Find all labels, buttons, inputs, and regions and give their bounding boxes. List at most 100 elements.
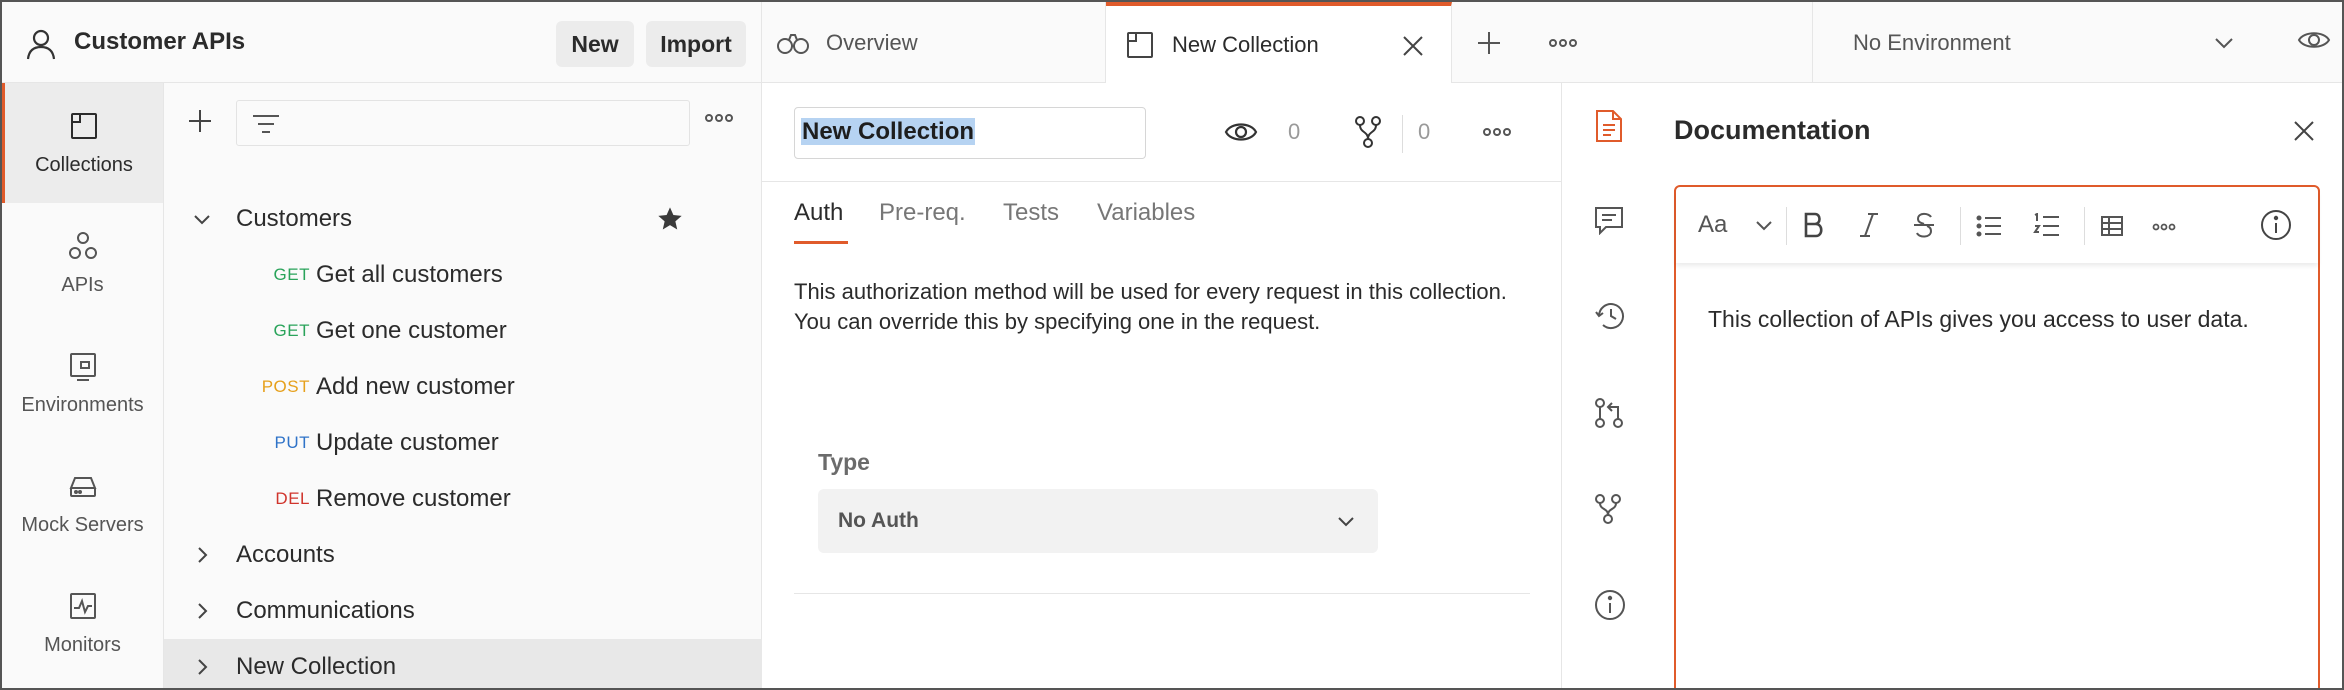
fork-list-icon[interactable] bbox=[1594, 493, 1622, 525]
tab-overview[interactable]: Overview bbox=[762, 2, 1106, 83]
comments-icon[interactable] bbox=[1594, 205, 1624, 235]
request-label: Remove customer bbox=[316, 485, 511, 512]
chevron-right-icon[interactable] bbox=[192, 657, 212, 677]
tab-prereq[interactable]: Pre-req. bbox=[879, 199, 966, 227]
environment-selector[interactable]: No Environment bbox=[1812, 2, 2342, 83]
workspace-user-icon bbox=[26, 28, 56, 60]
filter-icon[interactable] bbox=[251, 112, 281, 136]
collections-icon bbox=[71, 112, 97, 139]
nav-environments-label: Environments bbox=[21, 393, 144, 416]
nav-environments[interactable]: Environments bbox=[2, 323, 163, 443]
divider bbox=[1960, 207, 1961, 245]
history-icon[interactable] bbox=[1594, 301, 1626, 331]
context-rail bbox=[1562, 83, 1658, 688]
nav-apis[interactable]: APIs bbox=[2, 203, 163, 323]
request-method: DEL bbox=[275, 489, 310, 508]
request-label: Add new customer bbox=[316, 373, 515, 400]
tab-variables[interactable]: Variables bbox=[1097, 199, 1195, 227]
request-item[interactable]: GET Get one customer bbox=[164, 303, 762, 359]
auth-type-value: No Auth bbox=[838, 509, 919, 532]
tabs-more-icon[interactable] bbox=[1548, 38, 1578, 48]
collection-label: New Collection bbox=[236, 653, 397, 680]
info-icon[interactable] bbox=[2260, 209, 2292, 241]
fork-icon[interactable] bbox=[1354, 115, 1382, 149]
close-tab-icon[interactable] bbox=[1401, 34, 1425, 58]
eye-icon[interactable] bbox=[2297, 28, 2331, 52]
request-item[interactable]: POST Add new customer bbox=[164, 359, 762, 415]
workspace-header: Customer APIs New Import bbox=[2, 2, 762, 83]
environments-icon bbox=[69, 352, 96, 381]
close-icon[interactable] bbox=[2292, 119, 2316, 143]
type-label: Type bbox=[818, 449, 870, 475]
nav-monitors[interactable]: Monitors bbox=[2, 563, 163, 683]
request-method: PUT bbox=[274, 433, 310, 452]
pull-request-icon[interactable] bbox=[1594, 397, 1624, 429]
nav-collections-label: Collections bbox=[35, 153, 133, 176]
bullet-list-icon[interactable] bbox=[1976, 215, 2002, 237]
sidebar-more-icon[interactable] bbox=[704, 113, 734, 123]
tab-new-collection[interactable]: New Collection bbox=[1106, 2, 1452, 84]
documentation-editor[interactable]: Aa This collection of APIs gives you acc… bbox=[1674, 185, 2320, 688]
collection-name-text: New Collection bbox=[801, 118, 976, 145]
import-button[interactable]: Import bbox=[646, 21, 746, 67]
auth-description: This authorization method will be used f… bbox=[794, 279, 1507, 334]
active-tab-indicator bbox=[794, 241, 848, 244]
more-formatting-icon[interactable] bbox=[2152, 223, 2176, 231]
new-button[interactable]: New bbox=[556, 21, 634, 67]
workspace-title[interactable]: Customer APIs bbox=[74, 28, 245, 56]
collection-label: Customers bbox=[236, 205, 353, 232]
request-item[interactable]: PUT Update customer bbox=[164, 415, 762, 471]
watch-icon[interactable] bbox=[1224, 119, 1258, 145]
collection-name-input[interactable]: New Collection bbox=[794, 107, 1146, 159]
tab-tests[interactable]: Tests bbox=[1003, 199, 1059, 227]
info-icon[interactable] bbox=[1594, 589, 1626, 621]
documentation-icon[interactable] bbox=[1594, 109, 1624, 143]
italic-icon[interactable] bbox=[1858, 211, 1880, 239]
collection-label: Accounts bbox=[236, 541, 335, 568]
monitors-icon bbox=[69, 592, 96, 619]
divider bbox=[762, 181, 1562, 182]
documentation-body[interactable]: This collection of APIs gives you access… bbox=[1708, 301, 2298, 338]
request-item[interactable]: GET Get all customers bbox=[164, 247, 762, 303]
editor-toolbar: Aa bbox=[1676, 187, 2318, 263]
bold-icon[interactable] bbox=[1802, 211, 1824, 239]
request-method: GET bbox=[273, 265, 310, 284]
divider bbox=[794, 593, 1530, 594]
nav-mock-servers[interactable]: Mock Servers bbox=[2, 443, 163, 563]
nav-monitors-label: Monitors bbox=[44, 633, 121, 656]
numbered-list-icon[interactable] bbox=[2032, 213, 2060, 239]
collection-more-icon[interactable] bbox=[1482, 127, 1512, 137]
apis-icon bbox=[68, 231, 97, 259]
add-collection-icon[interactable] bbox=[186, 107, 214, 135]
request-method: POST bbox=[261, 377, 310, 396]
font-style-button[interactable]: Aa bbox=[1698, 211, 1727, 239]
chevron-right-icon[interactable] bbox=[192, 601, 212, 621]
new-tab-icon[interactable] bbox=[1476, 30, 1502, 56]
app-window: Customer APIs New Import Collections API… bbox=[0, 0, 2344, 690]
request-label: Get one customer bbox=[316, 317, 507, 344]
strikethrough-icon[interactable] bbox=[1912, 211, 1936, 239]
tab-overview-label: Overview bbox=[826, 29, 918, 55]
collection-customers[interactable]: Customers bbox=[164, 191, 762, 247]
table-icon[interactable] bbox=[2100, 215, 2124, 237]
collection-search-input[interactable] bbox=[236, 100, 690, 146]
divider bbox=[1402, 115, 1403, 153]
request-label: Get all customers bbox=[316, 261, 503, 288]
nav-mock-servers-label: Mock Servers bbox=[21, 513, 144, 536]
collection-accounts[interactable]: Accounts bbox=[164, 527, 762, 583]
request-label: Update customer bbox=[316, 429, 499, 456]
chevron-down-icon[interactable] bbox=[1754, 219, 1774, 233]
collection-communications[interactable]: Communications bbox=[164, 583, 762, 639]
auth-type-select[interactable]: No Auth bbox=[818, 489, 1378, 553]
tab-auth[interactable]: Auth bbox=[794, 199, 843, 227]
collection-label: Communications bbox=[236, 597, 415, 624]
chevron-right-icon[interactable] bbox=[192, 545, 212, 565]
nav-collections[interactable]: Collections bbox=[2, 83, 163, 203]
documentation-panel: Documentation Aa This collection of APIs bbox=[1658, 83, 2342, 688]
chevron-down-icon[interactable] bbox=[192, 209, 212, 229]
star-icon[interactable] bbox=[656, 205, 684, 233]
collections-sidebar: Customers GET Get all customers GET Get … bbox=[164, 83, 762, 688]
collection-new-collection[interactable]: New Collection bbox=[164, 639, 762, 688]
divider bbox=[1786, 207, 1787, 245]
request-item[interactable]: DEL Remove customer bbox=[164, 471, 762, 527]
